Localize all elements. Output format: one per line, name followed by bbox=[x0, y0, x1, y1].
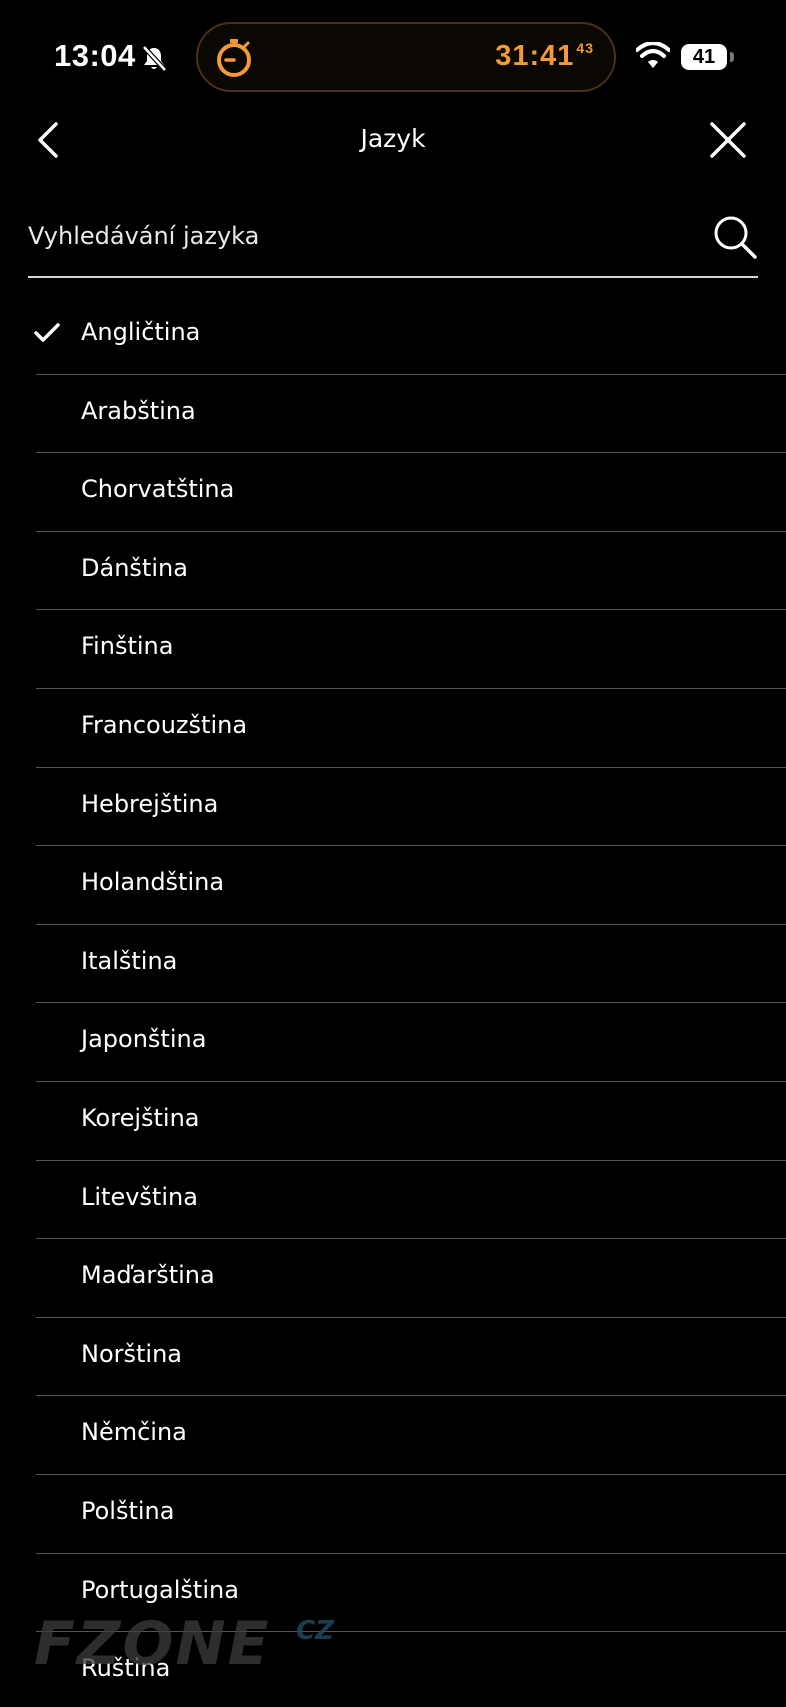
list-item[interactable]: Maďarština bbox=[0, 1239, 786, 1318]
language-list: Angličtina Arabština Chorvatština Dánšti… bbox=[0, 296, 786, 1707]
list-item[interactable]: Francouzština bbox=[0, 689, 786, 768]
list-item-label: Italština bbox=[81, 946, 178, 975]
timer-readout: 31:41 43 bbox=[495, 40, 594, 73]
stopwatch-icon bbox=[212, 35, 256, 79]
search-icon[interactable] bbox=[712, 214, 758, 260]
list-item-label: Litevština bbox=[81, 1182, 198, 1211]
live-activity-timer[interactable]: 31:41 43 bbox=[196, 22, 616, 92]
list-item[interactable]: Holandština bbox=[0, 846, 786, 925]
list-item[interactable]: Japonština bbox=[0, 1003, 786, 1082]
wifi-icon bbox=[635, 41, 671, 70]
list-item[interactable]: Korejština bbox=[0, 1082, 786, 1161]
list-item-label: Holandština bbox=[81, 868, 225, 897]
list-item-label: Finština bbox=[81, 632, 174, 661]
list-item[interactable]: Arabština bbox=[0, 375, 786, 454]
list-item[interactable]: Litevština bbox=[0, 1161, 786, 1240]
list-item-label: Korejština bbox=[81, 1103, 200, 1132]
status-bar: 13:04 31:41 43 41 bbox=[0, 0, 786, 112]
page-title: Jazyk bbox=[360, 124, 426, 153]
list-item-label: Portugalština bbox=[81, 1575, 239, 1604]
list-item-label: Francouzština bbox=[81, 710, 248, 739]
list-item[interactable]: Norština bbox=[0, 1318, 786, 1397]
timer-fraction: 43 bbox=[576, 40, 594, 56]
bell-slash-icon bbox=[140, 44, 168, 72]
list-item-label: Maďarština bbox=[81, 1261, 215, 1290]
list-item[interactable]: Chorvatština bbox=[0, 453, 786, 532]
checkmark-icon bbox=[34, 322, 60, 344]
list-item-label: Ruština bbox=[81, 1654, 171, 1683]
list-item[interactable]: Dánština bbox=[0, 532, 786, 611]
list-item-label: Polština bbox=[81, 1496, 175, 1525]
status-time: 13:04 bbox=[54, 38, 136, 73]
list-item[interactable]: Hebrejština bbox=[0, 768, 786, 847]
list-item-label: Chorvatština bbox=[81, 475, 235, 504]
list-item[interactable]: Angličtina bbox=[0, 296, 786, 375]
list-item-label: Němčina bbox=[81, 1418, 187, 1447]
list-item[interactable]: Finština bbox=[0, 610, 786, 689]
list-item-label: Hebrejština bbox=[81, 789, 219, 818]
close-button[interactable] bbox=[704, 116, 752, 164]
list-item-label: Norština bbox=[81, 1339, 183, 1368]
list-item-label: Japonština bbox=[81, 1025, 207, 1054]
list-item-label: Angličtina bbox=[81, 318, 201, 346]
timer-main: 31:41 bbox=[495, 40, 575, 72]
battery-indicator: 41 bbox=[681, 44, 727, 70]
search-field bbox=[28, 196, 758, 278]
close-icon bbox=[710, 122, 746, 158]
list-item-label: Dánština bbox=[81, 553, 188, 582]
list-item[interactable]: Němčina bbox=[0, 1396, 786, 1475]
list-item[interactable]: Portugalština bbox=[0, 1554, 786, 1633]
list-item[interactable]: Italština bbox=[0, 925, 786, 1004]
list-item[interactable]: Ruština bbox=[0, 1632, 786, 1707]
list-item[interactable]: Polština bbox=[0, 1475, 786, 1554]
list-item-label: Arabština bbox=[81, 396, 196, 425]
battery-cap bbox=[730, 52, 734, 62]
search-input[interactable] bbox=[28, 216, 688, 256]
